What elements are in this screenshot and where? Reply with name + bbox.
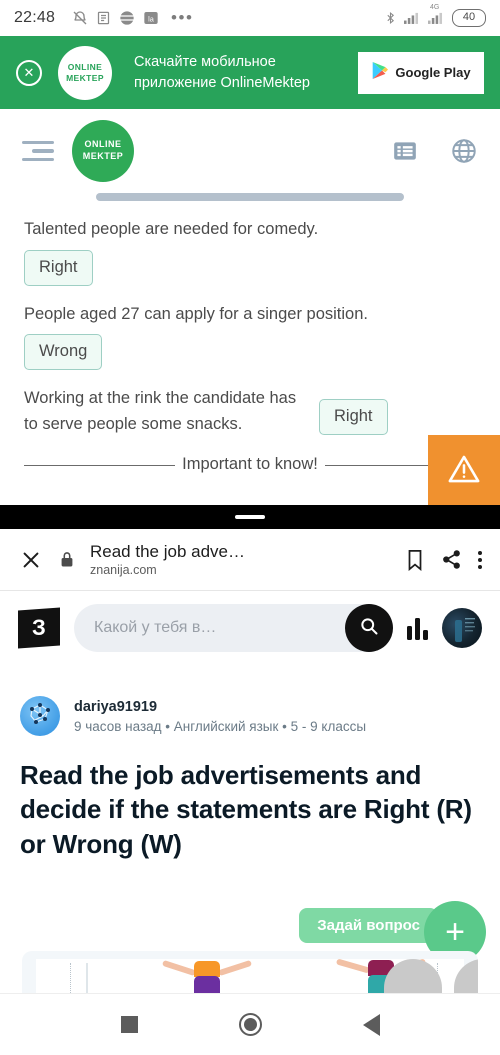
- google-play-icon: [371, 61, 389, 85]
- recents-square-icon[interactable]: [120, 1016, 138, 1033]
- mektep-header: ONLINE MEKTEP: [0, 109, 500, 193]
- signal-icon: [404, 11, 421, 25]
- status-bar: 22:48 la ••• 4G 40: [0, 0, 500, 36]
- mute-icon: [72, 10, 88, 26]
- divider-left: [24, 464, 175, 466]
- answer-box[interactable]: Right: [319, 399, 388, 436]
- illustration-blob: [454, 959, 478, 993]
- illustration-guide: [86, 963, 88, 993]
- quiz-statement-1: Talented people are needed for comedy. R…: [24, 217, 476, 286]
- important-label: Important to know!: [182, 455, 318, 474]
- warning-panel[interactable]: [428, 435, 500, 508]
- statement-text: People aged 27 can apply for a singer po…: [24, 304, 368, 323]
- bookmark-icon[interactable]: [405, 549, 425, 571]
- bar-chart-icon[interactable]: [407, 616, 428, 640]
- app-switch-separator: [0, 505, 500, 529]
- answer-box[interactable]: Wrong: [24, 334, 103, 371]
- ask-question-label[interactable]: Задай вопрос: [299, 908, 438, 943]
- ad-logo-line2: MEKTEP: [66, 72, 104, 83]
- illustration-figure: [161, 959, 253, 993]
- question-author-row: dariya91919 9 часов назад • Английский я…: [0, 676, 500, 736]
- signal-4g-icon: 4G: [428, 4, 445, 25]
- illustration-canvas: [36, 958, 478, 993]
- phone-screen: 22:48 la ••• 4G 40 ✕ ONLINE MEKTEP Скача…: [0, 0, 500, 1055]
- znanija-logo[interactable]: З: [18, 607, 60, 649]
- author-name[interactable]: dariya91919: [74, 699, 366, 715]
- ad-close-icon[interactable]: ✕: [16, 59, 42, 86]
- avatar[interactable]: [20, 696, 60, 736]
- bluetooth-icon: [384, 10, 397, 26]
- mektep-logo[interactable]: ONLINE MEKTEP: [72, 120, 134, 182]
- warning-triangle-icon: [447, 452, 481, 491]
- lock-icon: [60, 551, 74, 568]
- android-nav-bar: [0, 993, 500, 1055]
- author-info: dariya91919 9 часов назад • Английский я…: [74, 699, 366, 734]
- back-triangle-icon[interactable]: [362, 1013, 380, 1036]
- ad-text-line1: Скачайте мобильное: [134, 53, 276, 70]
- document-icon: [96, 10, 111, 26]
- close-icon[interactable]: [18, 549, 44, 571]
- ad-text-line2: приложение OnlineMektep: [134, 74, 310, 91]
- statement-text: Working at the rink the candidate has to…: [24, 389, 297, 433]
- globe-dark-icon: [119, 10, 135, 26]
- scroll-divider[interactable]: [96, 193, 404, 201]
- browser-bar: Read the job adve… znanija.com: [0, 529, 500, 591]
- status-time: 22:48: [14, 9, 56, 26]
- overflow-dots-icon: •••: [171, 8, 194, 27]
- important-to-know-row: Important to know!: [24, 435, 500, 508]
- list-icon[interactable]: [392, 138, 418, 164]
- quiz-statement-2: People aged 27 can apply for a singer po…: [24, 302, 476, 371]
- illustration-guide: [70, 963, 71, 993]
- mektep-logo-line2: MEKTEP: [82, 151, 124, 161]
- mektep-logo-line1: ONLINE: [84, 139, 122, 150]
- question-title: Read the job advertisements and decide i…: [20, 760, 472, 859]
- search-placeholder: Какой у тебя в…: [94, 619, 217, 636]
- svg-text:la: la: [148, 14, 155, 23]
- answer-box[interactable]: Right: [24, 249, 93, 286]
- search-icon: [359, 616, 379, 641]
- app-badge-icon: la: [143, 10, 159, 26]
- drag-handle[interactable]: [235, 515, 265, 519]
- hamburger-indent-icon[interactable]: [22, 140, 54, 162]
- znanija-logo-letter: З: [32, 615, 46, 641]
- quiz-body: Talented people are needed for comedy. R…: [0, 201, 500, 508]
- status-bar-left: 22:48 la •••: [14, 8, 384, 28]
- google-play-label: Google Play: [395, 65, 471, 80]
- globe-icon[interactable]: [450, 137, 478, 165]
- google-play-button[interactable]: Google Play: [358, 51, 484, 94]
- search-input[interactable]: Какой у тебя в…: [74, 604, 393, 652]
- browser-title-block[interactable]: Read the job adve… znanija.com: [90, 542, 389, 577]
- status-bar-right: 4G 40: [384, 4, 486, 27]
- question-meta: 9 часов назад • Английский язык • 5 - 9 …: [74, 718, 367, 734]
- ad-logo-line1: ONLINE: [67, 61, 103, 72]
- quiz-statement-3: Working at the rink the candidate has to…: [24, 386, 476, 437]
- battery-icon: 40: [452, 9, 486, 27]
- search-button[interactable]: [345, 604, 393, 652]
- share-icon[interactable]: [441, 549, 462, 570]
- page-url: znanija.com: [90, 563, 157, 577]
- znanija-search-bar: З Какой у тебя в…: [0, 592, 500, 664]
- network-type-label: 4G: [430, 4, 440, 11]
- statement-text: Talented people are needed for comedy.: [24, 220, 319, 238]
- page-title: Read the job adve…: [90, 542, 245, 561]
- overflow-menu-icon[interactable]: [478, 550, 482, 569]
- question-content: dariya91919 9 часов назад • Английский я…: [0, 676, 500, 861]
- question-illustration: [22, 951, 478, 993]
- ad-logo: ONLINE MEKTEP: [58, 45, 112, 100]
- ad-banner[interactable]: ✕ ONLINE MEKTEP Скачайте мобильное прило…: [0, 36, 500, 109]
- user-avatar[interactable]: [442, 608, 482, 648]
- home-circle-icon[interactable]: [238, 1013, 262, 1036]
- ad-text: Скачайте мобильное приложение OnlineMekt…: [134, 52, 348, 93]
